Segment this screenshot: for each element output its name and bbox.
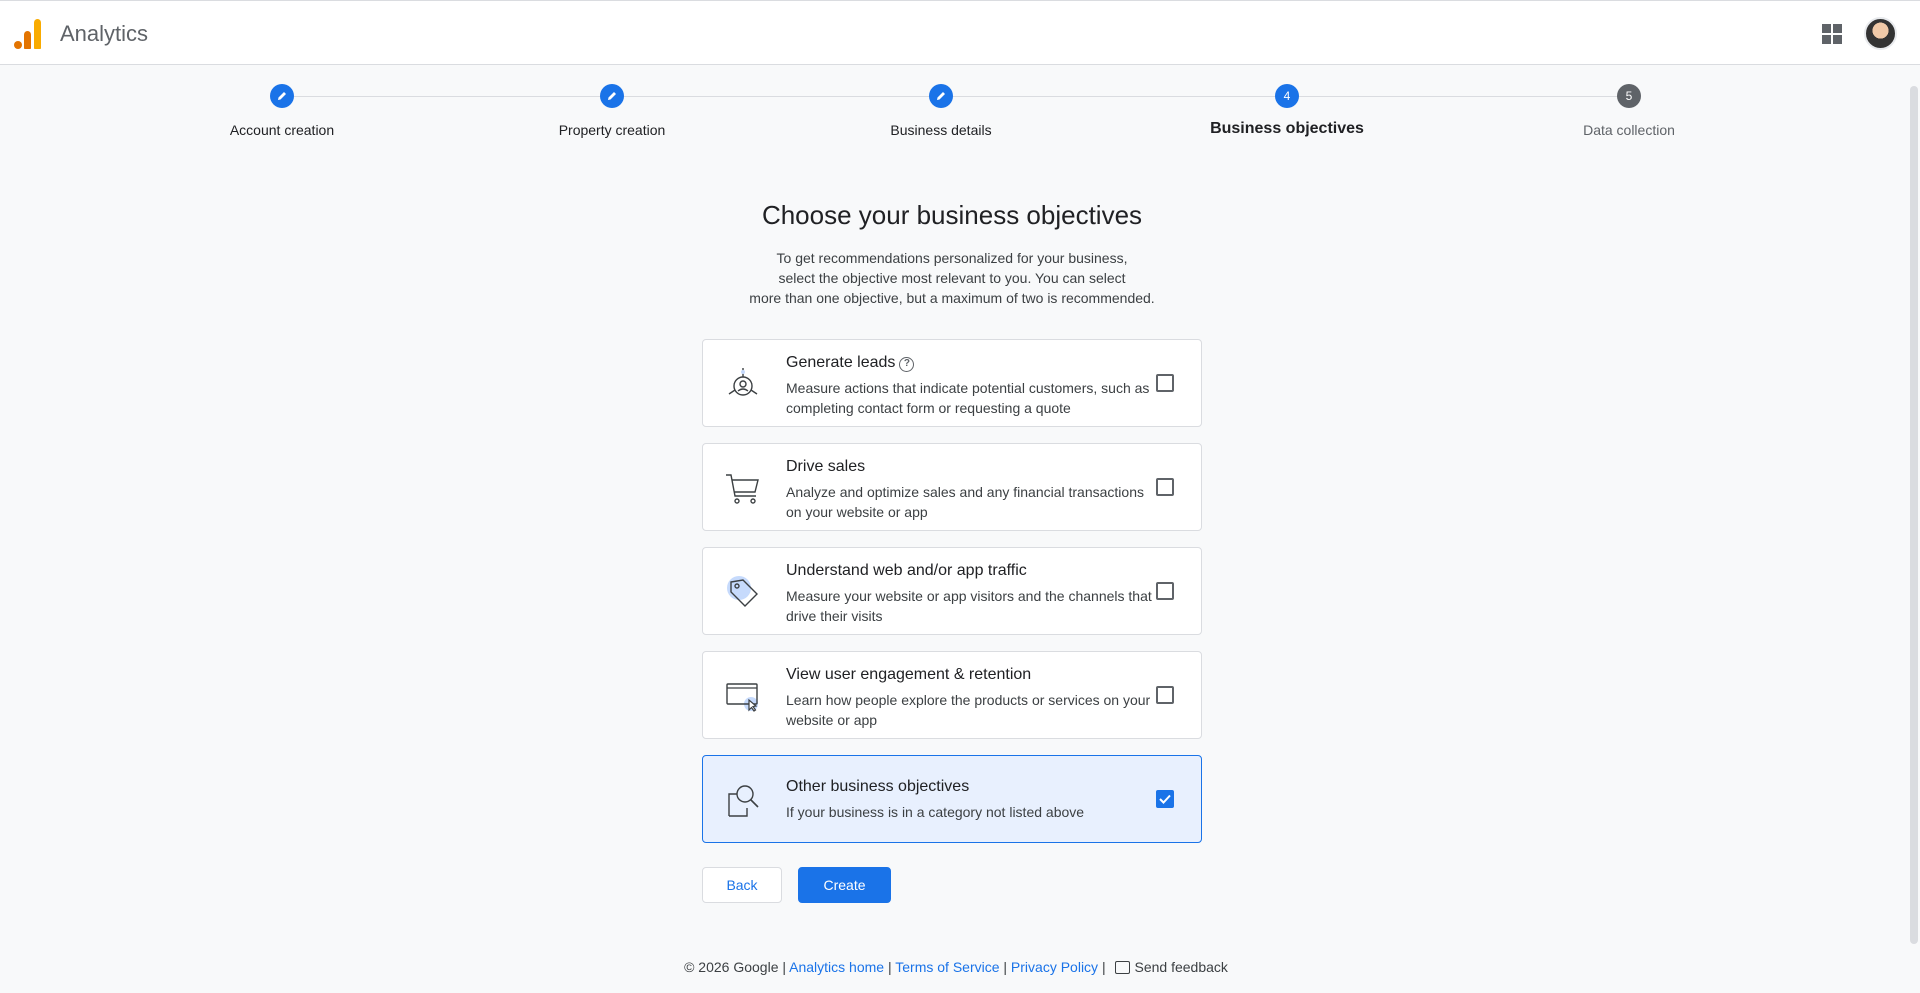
top-app-bar: Analytics xyxy=(0,0,1920,65)
intro-line: more than one objective, but a maximum o… xyxy=(749,290,1155,306)
page-intro: To get recommendations personalized for … xyxy=(700,248,1204,308)
step-label: Business objectives xyxy=(1210,120,1364,137)
back-button[interactable]: Back xyxy=(702,867,782,903)
screen-cursor-illustration-icon xyxy=(726,683,758,712)
send-feedback-link[interactable]: Send feedback xyxy=(1134,959,1227,975)
step-account-creation[interactable]: Account creation xyxy=(182,84,382,138)
setup-stepper: Account creation Property creation Busin… xyxy=(0,84,1920,144)
objective-title: View user engagement & retention xyxy=(786,666,1032,683)
footer: © 2026 Google | Analytics home | Terms o… xyxy=(0,959,1912,975)
objective-card-other[interactable]: Other business objectives If your busine… xyxy=(702,755,1202,843)
edit-icon xyxy=(929,84,953,108)
edit-icon xyxy=(600,84,624,108)
objective-checkbox[interactable] xyxy=(1156,582,1174,600)
objective-description: Measure actions that indicate potential … xyxy=(786,380,1150,416)
objective-title: Understand web and/or app traffic xyxy=(786,562,1027,579)
app-title[interactable]: Analytics xyxy=(60,21,148,47)
step-number: 4 xyxy=(1275,84,1299,108)
analytics-logo-icon[interactable] xyxy=(14,19,42,49)
step-label: Property creation xyxy=(558,122,666,138)
analytics-home-link[interactable]: Analytics home xyxy=(789,959,884,975)
account-avatar[interactable] xyxy=(1864,17,1897,50)
privacy-link[interactable]: Privacy Policy xyxy=(1011,959,1098,975)
step-business-objectives: 4 Business objectives xyxy=(1187,84,1387,138)
tag-illustration-icon xyxy=(727,576,758,607)
page-scrollbar[interactable] xyxy=(1910,86,1918,944)
create-button[interactable]: Create xyxy=(798,867,891,903)
step-label: Business details xyxy=(890,122,992,138)
objective-card-understand-traffic[interactable]: Understand web and/or app traffic Measur… xyxy=(702,547,1202,635)
objective-card-user-engagement[interactable]: View user engagement & retention Learn h… xyxy=(702,651,1202,739)
edit-icon xyxy=(270,84,294,108)
copyright: © 2026 Google | xyxy=(684,959,787,975)
intro-line: select the objective most relevant to yo… xyxy=(778,270,1126,286)
cart-illustration-icon xyxy=(726,474,759,504)
step-number: 5 xyxy=(1617,84,1641,108)
objective-checkbox[interactable] xyxy=(1156,478,1174,496)
objective-checkbox[interactable] xyxy=(1156,790,1174,808)
objective-description: If your business is in a category not li… xyxy=(786,804,1085,820)
leads-illustration-icon xyxy=(728,368,758,396)
help-icon[interactable]: ? xyxy=(899,357,915,372)
objective-description: Measure your website or app visitors and… xyxy=(786,588,1152,624)
intro-line: To get recommendations personalized for … xyxy=(776,250,1128,266)
objective-description: Analyze and optimize sales and any finan… xyxy=(786,484,1144,520)
objective-title: Drive sales xyxy=(786,458,866,475)
step-property-creation[interactable]: Property creation xyxy=(512,84,712,138)
objective-card-generate-leads[interactable]: Generate leads? Measure actions that ind… xyxy=(702,339,1202,427)
footer-separator: | xyxy=(1101,959,1106,975)
objective-card-drive-sales[interactable]: Drive sales Analyze and optimize sales a… xyxy=(702,443,1202,531)
step-business-details[interactable]: Business details xyxy=(841,84,1041,138)
magnifier-illustration-icon xyxy=(728,785,759,817)
step-label: Account creation xyxy=(229,122,335,138)
footer-separator: | xyxy=(1003,959,1008,975)
objective-title: Generate leads? xyxy=(786,354,915,372)
terms-link[interactable]: Terms of Service xyxy=(895,959,999,975)
footer-separator: | xyxy=(887,959,892,975)
apps-grid-icon[interactable] xyxy=(1822,24,1842,44)
objective-checkbox[interactable] xyxy=(1156,374,1174,392)
checkmark-icon xyxy=(1159,794,1171,804)
page-title: Choose your business objectives xyxy=(761,200,1143,230)
feedback-icon xyxy=(1115,961,1131,974)
objective-checkbox[interactable] xyxy=(1156,686,1174,704)
objective-description: Learn how people explore the products or… xyxy=(786,692,1151,728)
objective-title: Other business objectives xyxy=(786,778,970,795)
step-data-collection: 5 Data collection xyxy=(1529,84,1729,138)
step-label: Data collection xyxy=(1583,122,1675,138)
